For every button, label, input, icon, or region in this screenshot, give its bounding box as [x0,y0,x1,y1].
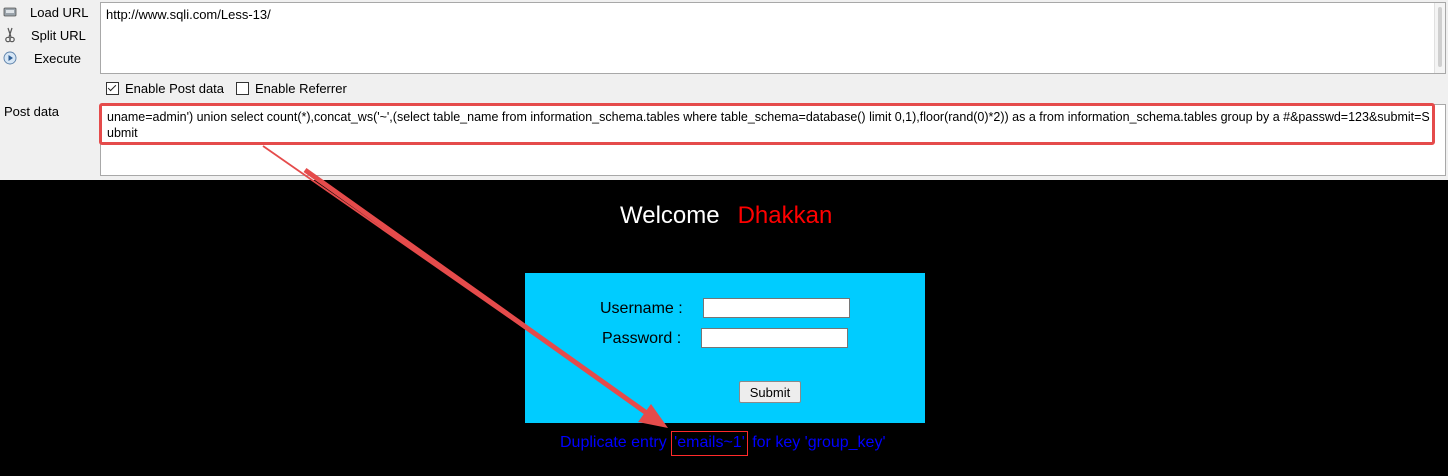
error-highlight: 'emails~1' [671,431,748,456]
load-url-icon [2,4,18,20]
error-suffix: for key 'group_key' [747,434,886,451]
error-prefix: Duplicate entry [560,434,672,451]
checkbox-unchecked-icon [236,82,249,95]
submit-button[interactable]: Submit [739,381,801,403]
post-data-label: Post data [4,104,59,119]
split-url-label: Split URL [31,27,86,43]
load-url-label: Load URL [30,4,89,20]
password-label: Password : [602,330,682,347]
enable-referrer-checkbox[interactable]: Enable Referrer [236,81,347,96]
scissors-icon [2,27,18,43]
post-data-input[interactable]: uname=admin') union select count(*),conc… [100,104,1446,176]
play-icon [2,50,18,66]
enable-post-data-checkbox[interactable]: Enable Post data [106,81,224,96]
welcome-text: Welcome [620,202,720,229]
post-data-text: uname=admin') union select count(*),conc… [107,110,1430,140]
username-label: Username : [600,300,683,317]
enable-post-data-label: Enable Post data [125,81,225,96]
welcome-name: Dhakkan [737,202,833,229]
enable-referrer-label: Enable Referrer [255,81,347,96]
checkbox-checked-icon [106,82,119,95]
url-input[interactable]: http://www.sqli.com/Less-13/ [100,2,1446,74]
hackbar-panel: Load URL Split URL Execute http://www.sq… [0,0,1448,180]
error-message: Duplicate entry 'emails~1' for key 'grou… [560,431,886,456]
login-form: Username : Password : Submit [525,273,925,423]
username-input[interactable] [703,298,850,318]
execute-button[interactable]: Execute [0,47,81,69]
execute-label: Execute [34,50,81,66]
load-url-button[interactable]: Load URL [0,1,89,23]
split-url-button[interactable]: Split URL [0,24,86,46]
url-scrollbar[interactable] [1434,3,1445,73]
url-text: http://www.sqli.com/Less-13/ [106,7,271,22]
welcome-heading: Welcome Dhakkan [620,202,832,230]
password-input[interactable] [701,328,848,348]
